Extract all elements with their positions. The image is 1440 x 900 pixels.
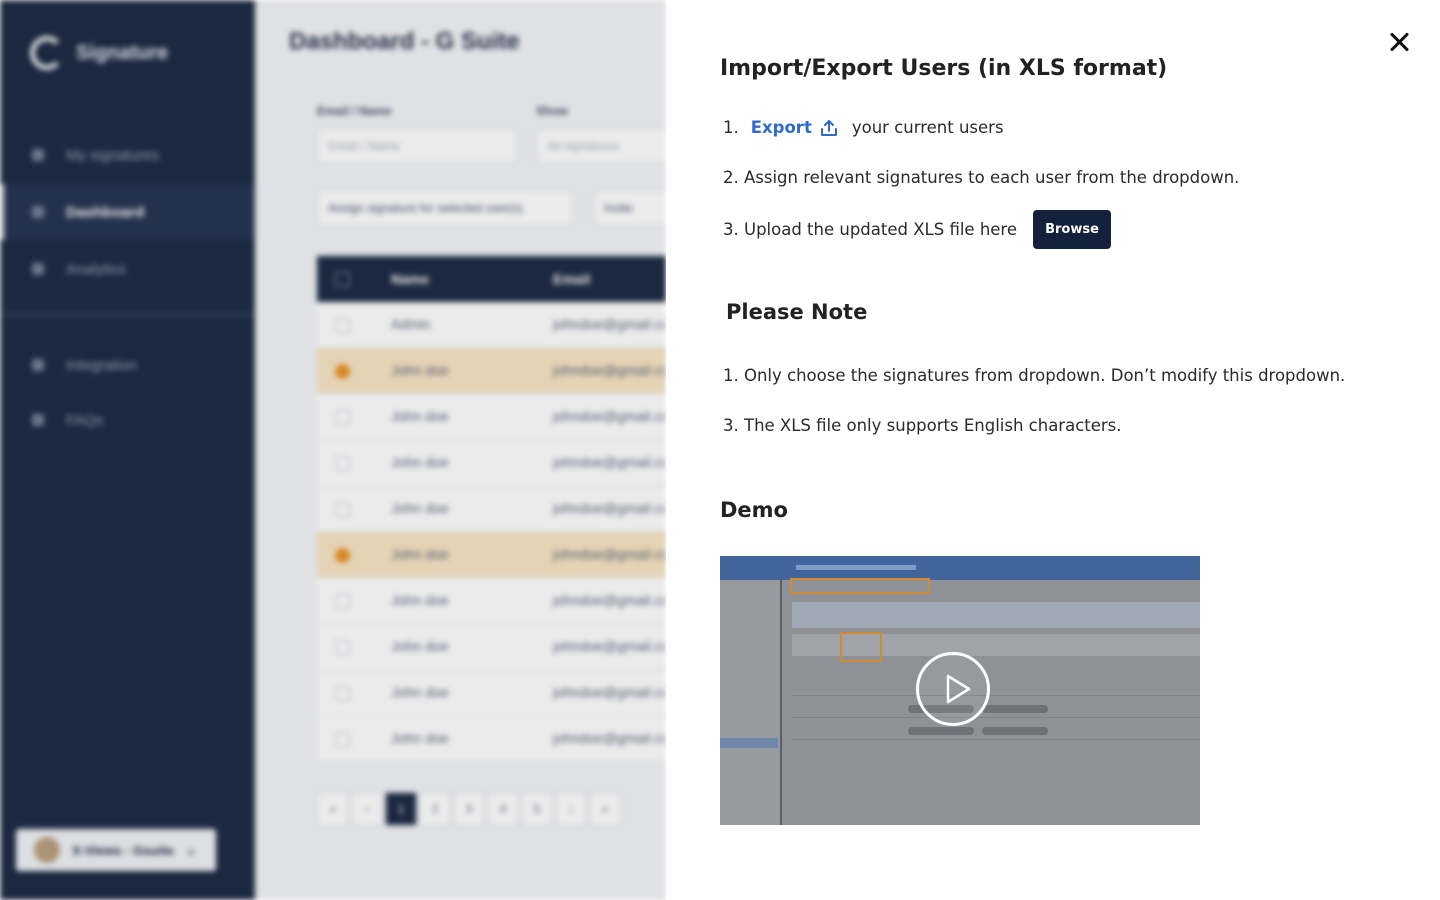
demo-title: Demo [720,498,788,522]
export-link-label: Export [750,118,812,137]
close-icon[interactable] [1386,28,1414,56]
video-thumbnail-highlight [840,632,882,662]
video-thumbnail-sidebar [720,580,782,825]
export-step-text: your current users [851,118,1004,137]
video-thumbnail-highlight [790,578,930,594]
step-assign: 2. Assign relevant signatures to each us… [723,168,1240,187]
step-export: 1. Export your current users [723,118,1004,137]
play-icon[interactable] [916,652,990,726]
note-title: Please Note [726,300,868,324]
video-thumbnail-row [792,678,1200,696]
import-export-panel: Import/Export Users (in XLS format) 1. E… [666,0,1440,900]
demo-video[interactable] [720,556,1200,825]
step-number: 1. [723,118,739,137]
note-item: 1. Only choose the signatures from dropd… [723,366,1346,385]
step-upload: 3. Upload the updated XLS file here Brow… [723,210,1111,249]
video-thumbnail-banner [792,602,1200,628]
upload-icon [820,119,837,136]
video-thumbnail-pill [982,705,1048,713]
play-triangle [946,674,971,704]
note-item: 3. The XLS file only supports English ch… [723,416,1122,435]
browse-button[interactable]: Browse [1033,210,1111,249]
video-thumbnail-pill [908,727,974,735]
video-thumbnail-pill [982,727,1048,735]
export-link[interactable]: Export [751,118,838,137]
upload-step-text: 3. Upload the updated XLS file here [723,220,1017,239]
modal-overlay[interactable] [0,0,666,900]
video-thumbnail-toolbar [720,556,1200,580]
panel-title: Import/Export Users (in XLS format) [720,56,1168,81]
